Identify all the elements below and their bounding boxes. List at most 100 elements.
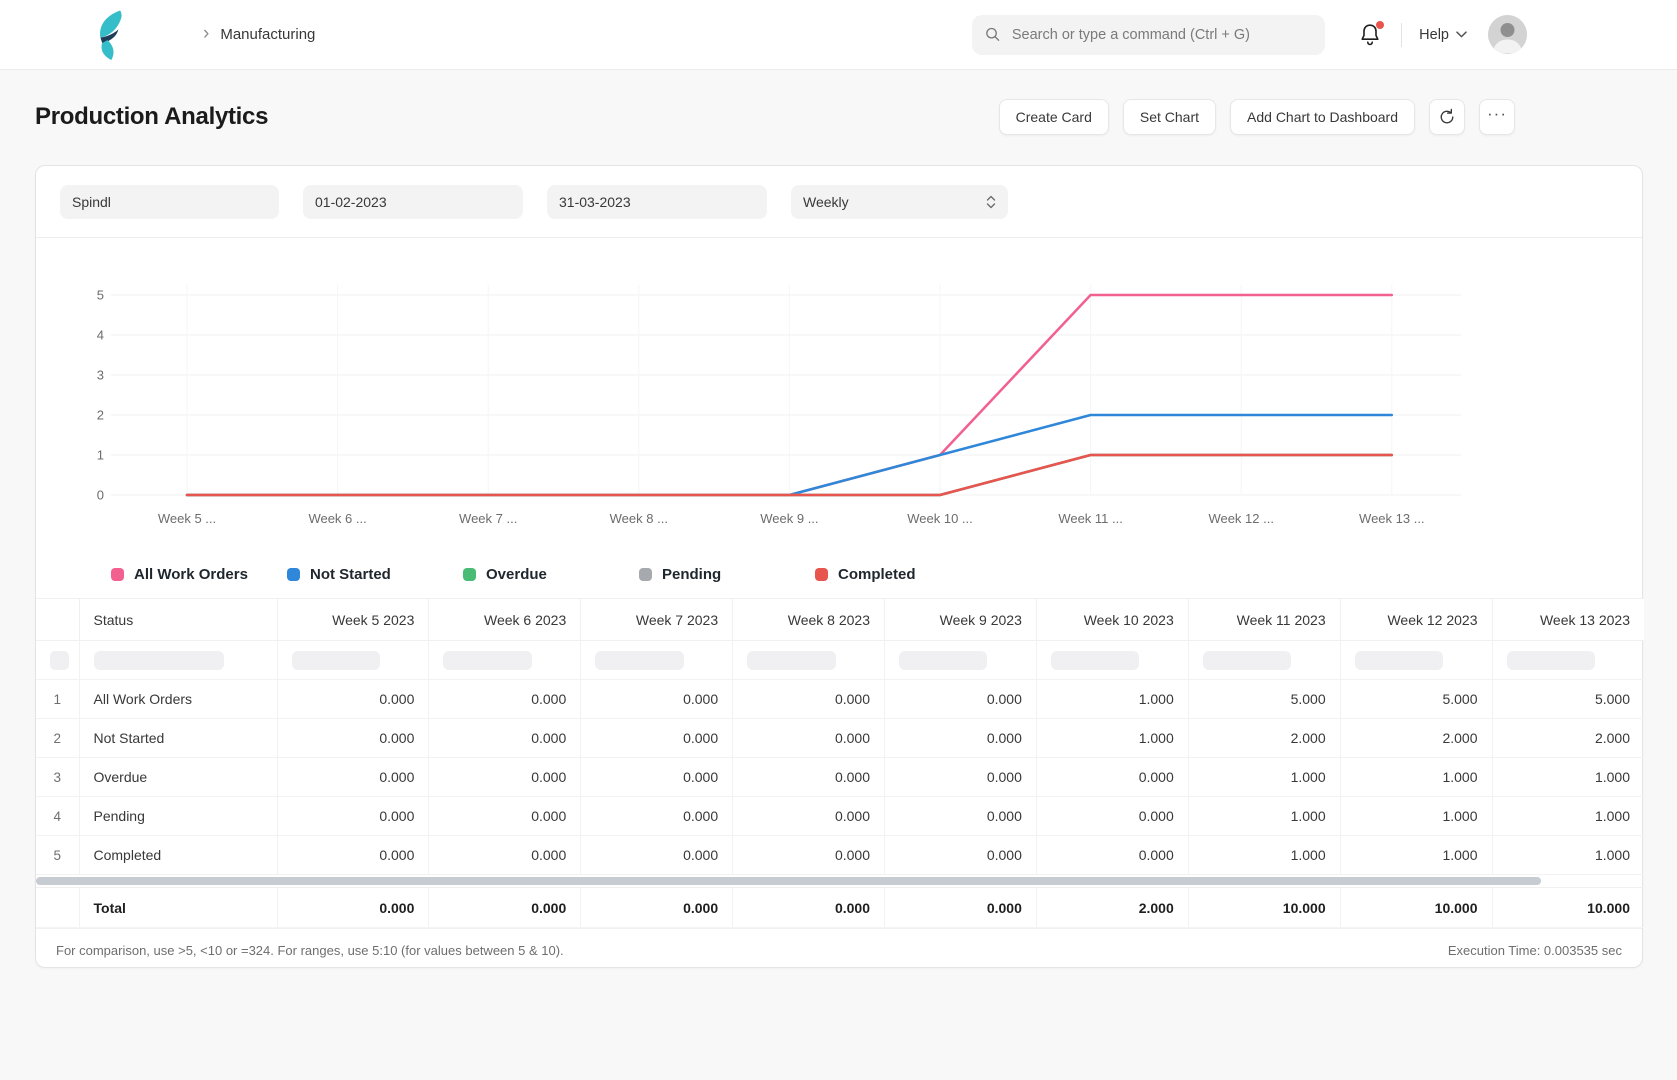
y-axis-tick-label: 3 — [97, 368, 104, 383]
column-header-week-8-2023[interactable]: Week 8 2023 — [733, 599, 885, 641]
status-cell: Completed — [79, 836, 277, 875]
legend-label: Pending — [662, 566, 721, 583]
x-axis-tick-label: Week 12 ... — [1208, 511, 1274, 526]
totals-table: Total0.0000.0000.0000.0000.0002.00010.00… — [36, 887, 1644, 928]
value-cell: 1.000 — [1036, 719, 1188, 758]
horizontal-scrollbar[interactable] — [36, 877, 1541, 885]
column-header-week-12-2023[interactable]: Week 12 2023 — [1340, 599, 1492, 641]
total-index-cell — [36, 888, 79, 928]
filter-input[interactable] — [94, 651, 224, 670]
filter-cell-index[interactable] — [36, 641, 79, 680]
column-header-week-6-2023[interactable]: Week 6 2023 — [429, 599, 581, 641]
breadcrumb[interactable]: › Manufacturing — [203, 24, 315, 46]
user-avatar[interactable] — [1488, 15, 1527, 54]
filter-cell-week-10-2023[interactable] — [1036, 641, 1188, 680]
value-cell: 0.000 — [1036, 836, 1188, 875]
legend-item-completed: Completed — [815, 566, 991, 583]
value-cell: 0.000 — [885, 758, 1037, 797]
y-axis-tick-label: 4 — [97, 328, 104, 343]
table-row-completed: 5Completed0.0000.0000.0000.0000.0000.000… — [36, 836, 1644, 875]
set-chart-button[interactable]: Set Chart — [1123, 99, 1216, 135]
more-options-button[interactable]: ··· — [1479, 99, 1515, 135]
value-cell: 0.000 — [581, 797, 733, 836]
value-cell: 1.000 — [1036, 680, 1188, 719]
column-header-week-13-2023[interactable]: Week 13 2023 — [1492, 599, 1644, 641]
filter-cell-week-13-2023[interactable] — [1492, 641, 1644, 680]
filter-input[interactable] — [899, 651, 987, 670]
column-header-status[interactable]: Status — [79, 599, 277, 641]
column-header-week-11-2023[interactable]: Week 11 2023 — [1188, 599, 1340, 641]
refresh-icon — [1438, 108, 1456, 126]
filter-input[interactable] — [1355, 651, 1443, 670]
value-cell: 2.000 — [1340, 719, 1492, 758]
range-select[interactable]: Weekly — [791, 185, 1008, 219]
x-axis-tick-label: Week 5 ... — [158, 511, 216, 526]
filter-cell-week-5-2023[interactable] — [277, 641, 429, 680]
value-cell: 0.000 — [277, 797, 429, 836]
x-axis-tick-label: Week 8 ... — [610, 511, 668, 526]
table-row-all-work-orders: 1All Work Orders0.0000.0000.0000.0000.00… — [36, 680, 1644, 719]
value-cell: 0.000 — [885, 680, 1037, 719]
legend-item-not-started: Not Started — [287, 566, 463, 583]
column-header-week-10-2023[interactable]: Week 10 2023 — [1036, 599, 1188, 641]
value-cell: 5.000 — [1340, 680, 1492, 719]
filter-cell-week-6-2023[interactable] — [429, 641, 581, 680]
value-cell: 0.000 — [429, 680, 581, 719]
value-cell: 1.000 — [1188, 797, 1340, 836]
filter-input[interactable] — [292, 651, 380, 670]
total-label-cell: Total — [79, 888, 277, 928]
global-search[interactable] — [972, 15, 1325, 55]
x-axis-tick-label: Week 6 ... — [308, 511, 366, 526]
filter-cell-week-8-2023[interactable] — [733, 641, 885, 680]
column-header-week-5-2023[interactable]: Week 5 2023 — [277, 599, 429, 641]
value-cell: 1.000 — [1492, 758, 1644, 797]
status-cell: Pending — [79, 797, 277, 836]
create-card-button[interactable]: Create Card — [999, 99, 1109, 135]
total-value-cell: 0.000 — [277, 888, 429, 928]
value-cell: 0.000 — [277, 719, 429, 758]
column-header-week-9-2023[interactable]: Week 9 2023 — [885, 599, 1037, 641]
row-index: 1 — [36, 680, 79, 719]
filter-input[interactable] — [1051, 651, 1139, 670]
app-logo[interactable] — [93, 9, 135, 61]
filter-input[interactable] — [1507, 651, 1596, 670]
legend-item-all-work-orders: All Work Orders — [111, 566, 287, 583]
notifications-button[interactable] — [1358, 22, 1382, 48]
legend-label: Completed — [838, 566, 916, 583]
add-chart-to-dashboard-button[interactable]: Add Chart to Dashboard — [1230, 99, 1415, 135]
filter-cell-week-7-2023[interactable] — [581, 641, 733, 680]
legend-item-overdue: Overdue — [463, 566, 639, 583]
search-input[interactable] — [1010, 26, 1312, 44]
table-row-overdue: 3Overdue0.0000.0000.0000.0000.0000.0001.… — [36, 758, 1644, 797]
value-cell: 0.000 — [1036, 797, 1188, 836]
filter-cell-week-11-2023[interactable] — [1188, 641, 1340, 680]
value-cell: 2.000 — [1188, 719, 1340, 758]
total-value-cell: 0.000 — [429, 888, 581, 928]
column-header-week-7-2023[interactable]: Week 7 2023 — [581, 599, 733, 641]
value-cell: 1.000 — [1492, 797, 1644, 836]
filter-input[interactable] — [747, 651, 835, 670]
total-value-cell: 0.000 — [733, 888, 885, 928]
status-cell: Overdue — [79, 758, 277, 797]
to-date-filter-input[interactable] — [547, 185, 767, 219]
company-filter-input[interactable] — [60, 185, 279, 219]
page-header: Production Analytics Create Card Set Cha… — [35, 97, 1515, 137]
value-cell: 0.000 — [733, 797, 885, 836]
filter-input[interactable] — [443, 651, 531, 670]
filter-input[interactable] — [50, 651, 69, 670]
filter-input[interactable] — [595, 651, 683, 670]
report-footer: For comparison, use >5, <10 or =324. For… — [36, 928, 1642, 972]
from-date-filter-input[interactable] — [303, 185, 523, 219]
y-axis-tick-label: 2 — [97, 408, 104, 423]
value-cell: 0.000 — [885, 719, 1037, 758]
filter-cell-week-12-2023[interactable] — [1340, 641, 1492, 680]
refresh-button[interactable] — [1429, 99, 1465, 135]
report-card: Weekly 012345Week 5 ...Week 6 ...Week 7 … — [35, 165, 1643, 968]
help-menu[interactable]: Help — [1419, 27, 1467, 43]
table-row-not-started: 2Not Started0.0000.0000.0000.0000.0001.0… — [36, 719, 1644, 758]
value-cell: 1.000 — [1492, 836, 1644, 875]
filter-input[interactable] — [1203, 651, 1291, 670]
filter-cell-week-9-2023[interactable] — [885, 641, 1037, 680]
filter-cell-status[interactable] — [79, 641, 277, 680]
value-cell: 0.000 — [733, 719, 885, 758]
